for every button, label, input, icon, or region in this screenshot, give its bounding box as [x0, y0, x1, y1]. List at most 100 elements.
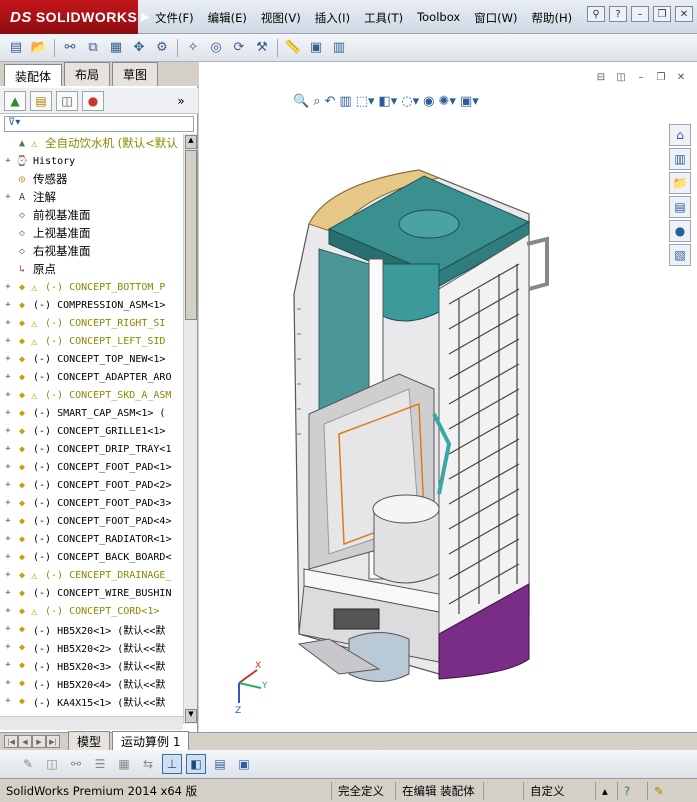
expand-icon[interactable]: + — [3, 372, 13, 382]
menu-file[interactable]: 文件(F) — [148, 8, 201, 28]
expand-arrow-icon[interactable]: » — [170, 91, 192, 111]
hide-show-icon[interactable]: ◌▾ — [401, 94, 419, 109]
scroll-thumb[interactable] — [185, 150, 197, 320]
tree-scrollbar[interactable]: ▲ ▼ — [183, 134, 197, 724]
expand-icon[interactable]: + — [3, 552, 13, 562]
tree-item[interactable]: + ◆ (-) KA4X15<1> (默认<<默 — [0, 692, 183, 710]
expand-icon[interactable]: + — [3, 696, 13, 706]
previous-view-icon[interactable]: ↶ — [324, 94, 335, 109]
home-icon[interactable]: ⌂ — [669, 124, 691, 146]
expand-icon[interactable]: + — [3, 426, 13, 436]
table-icon[interactable]: ▤ — [210, 754, 230, 774]
tree-item[interactable]: + ◆ (-) SMART_CAP_ASM<1> ( — [0, 404, 183, 422]
expand-icon[interactable]: + — [3, 624, 13, 634]
tree-item[interactable]: + ◆ (-) HB5X20<2> (默认<<默 — [0, 638, 183, 656]
tree-item[interactable]: + ◆ (-) CONCEPT_ADAPTER_ARO — [0, 368, 183, 386]
minimize-icon[interactable]: – — [631, 6, 649, 22]
expand-icon[interactable]: + — [3, 156, 13, 166]
expand-icon[interactable]: + — [3, 534, 13, 544]
nav-first-icon[interactable]: |◀ — [4, 735, 18, 748]
split-horizontal-icon[interactable]: ⊟ — [593, 70, 609, 84]
view-palette-icon[interactable]: ▤ — [669, 196, 691, 218]
menu-help[interactable]: 帮助(H) — [525, 8, 580, 28]
move-component-icon[interactable]: ✥ — [129, 38, 149, 58]
tag-icon[interactable]: ✎ — [648, 782, 670, 800]
design-library-icon[interactable]: ▥ — [669, 148, 691, 170]
feature-manager-icon[interactable]: ▲ — [4, 90, 26, 111]
list-icon[interactable]: ☰ — [90, 754, 110, 774]
restore-icon[interactable]: ❐ — [653, 6, 671, 22]
options-icon[interactable]: ⚒ — [252, 38, 272, 58]
save-icon[interactable]: ▣ — [234, 754, 254, 774]
nav-prev-icon[interactable]: ◀ — [18, 735, 32, 748]
view-orientation-icon[interactable]: ⬚▾ — [356, 94, 375, 109]
expand-icon[interactable]: + — [3, 480, 13, 490]
zoom-area-icon[interactable]: ⌕ — [313, 94, 320, 109]
component-pattern-icon[interactable]: ▦ — [106, 38, 126, 58]
tree-item[interactable]: + ◆ (-) HB5X20<3> (默认<<默 — [0, 656, 183, 674]
menu-view[interactable]: 视图(V) — [254, 8, 308, 28]
expand-icon[interactable]: + — [3, 336, 13, 346]
expand-icon[interactable]: + — [3, 408, 13, 418]
attach-icon[interactable]: ⚯ — [60, 38, 80, 58]
tab-layout[interactable]: 布局 — [64, 62, 111, 86]
split-vertical-icon[interactable]: ◫ — [613, 70, 629, 84]
menu-insert[interactable]: 插入(I) — [308, 8, 357, 28]
tree-item[interactable]: + ◆ (-) COMPRESSION_ASM<1> — [0, 296, 183, 314]
expand-icon[interactable]: + — [3, 642, 13, 652]
properties-icon[interactable]: ▥ — [329, 38, 349, 58]
open-icon[interactable]: 📂 — [29, 38, 49, 58]
tab-sketch[interactable]: 草图 — [112, 62, 159, 86]
expand-icon[interactable]: + — [3, 192, 13, 202]
status-custom[interactable]: 自定义 — [524, 781, 596, 800]
tree-horizontal-scrollbar[interactable] — [0, 716, 183, 730]
tree-item[interactable]: + ◆ (-) CONCEPT_DRIP_TRAY<1 — [0, 440, 183, 458]
tree-item[interactable]: + ◆ ⚠ (-) CONCEPT_BOTTOM_P — [0, 278, 183, 296]
nav-last-icon[interactable]: ▶| — [46, 735, 60, 748]
explode-icon[interactable]: ✧ — [183, 38, 203, 58]
expand-icon[interactable]: + — [3, 282, 13, 292]
grid-icon[interactable]: ▦ — [114, 754, 134, 774]
tree-item[interactable]: + ◆ (-) CONCEPT_FOOT_PAD<2> — [0, 476, 183, 494]
tree-item[interactable]: + ◆ ⚠ (-) CONCEPT_SKD_A_ASM — [0, 386, 183, 404]
expand-icon[interactable]: + — [3, 588, 13, 598]
expand-icon[interactable]: + — [3, 444, 13, 454]
tree-item[interactable]: + ◆ ⚠ (-) CONCEPT_RIGHT_SI — [0, 314, 183, 332]
property-manager-icon[interactable]: ▤ — [30, 90, 52, 111]
tree-item[interactable]: + ◆ (-) CONCEPT_FOOT_PAD<3> — [0, 494, 183, 512]
tree-item[interactable]: + ◆ (-) CONCEPT_WIRE_BUSHIN — [0, 584, 183, 602]
tree-item[interactable]: + A 注解 — [0, 188, 183, 206]
configuration-manager-icon[interactable]: ◫ — [56, 90, 78, 111]
edit-appearance-icon[interactable]: ◉ — [423, 94, 434, 109]
nav-next-icon[interactable]: ▶ — [32, 735, 46, 748]
tree-item[interactable]: + ◆ (-) CONCEPT_BACK_BOARD< — [0, 548, 183, 566]
tab-motion-study[interactable]: 运动算例 1 — [112, 731, 190, 752]
tree-item[interactable]: + ◆ (-) CONCEPT_TOP_NEW<1> — [0, 350, 183, 368]
solidworks-logo[interactable]: DS SOLIDWORKS ▶ — [0, 0, 149, 34]
expand-icon[interactable]: + — [3, 660, 13, 670]
section-view-icon[interactable]: ▥ — [339, 94, 351, 109]
expand-icon[interactable]: + — [3, 390, 13, 400]
expand-icon[interactable]: + — [3, 318, 13, 328]
interference-icon[interactable]: ◎ — [206, 38, 226, 58]
help-button[interactable]: ? — [609, 6, 627, 22]
measure-icon[interactable]: 📏 — [283, 38, 303, 58]
edit-sketch-icon[interactable]: ✎ — [18, 754, 38, 774]
tree-item[interactable]: + ◆ ⚠ (-) CONCEPT_CORD<1> — [0, 602, 183, 620]
view-cube-icon[interactable]: ◫ — [42, 754, 62, 774]
filter-box[interactable]: ⊽▾ — [4, 116, 194, 132]
menu-tools[interactable]: 工具(T) — [357, 8, 410, 28]
expand-icon[interactable]: + — [3, 606, 13, 616]
expand-icon[interactable]: + — [3, 678, 13, 688]
tree-item[interactable]: ↳ 原点 — [0, 260, 183, 278]
tree-item[interactable]: ◇ 上视基准面 — [0, 224, 183, 242]
appearances-icon[interactable]: ● — [669, 220, 691, 242]
menu-toolbox[interactable]: Toolbox — [410, 8, 467, 28]
expand-icon[interactable]: + — [3, 354, 13, 364]
expand-icon[interactable]: + — [3, 300, 13, 310]
tree-item[interactable]: ◇ 前视基准面 — [0, 206, 183, 224]
mate-icon[interactable]: ⧉ — [83, 38, 103, 58]
pin-icon[interactable]: ⚲ — [587, 6, 605, 22]
viewport-restore-icon[interactable]: ❐ — [653, 70, 669, 84]
scroll-up-icon[interactable]: ▲ — [185, 135, 197, 149]
